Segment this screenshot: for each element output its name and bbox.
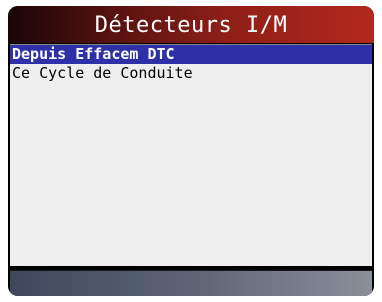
status-bar [10,270,372,296]
menu-item-label: Ce Cycle de Conduite [12,64,193,82]
menu-item-label: Depuis Effacem DTC [12,45,175,63]
menu-item-ce-cycle-de-conduite[interactable]: Ce Cycle de Conduite [10,64,372,83]
menu-item-depuis-effacem-dtc[interactable]: Depuis Effacem DTC [10,45,372,64]
screen-title: Détecteurs I/M [94,12,288,38]
device-screen: Détecteurs I/M Depuis Effacem DTC Ce Cyc… [8,6,374,296]
title-bar: Détecteurs I/M [8,6,374,43]
menu-list: Depuis Effacem DTC Ce Cycle de Conduite [10,44,372,266]
